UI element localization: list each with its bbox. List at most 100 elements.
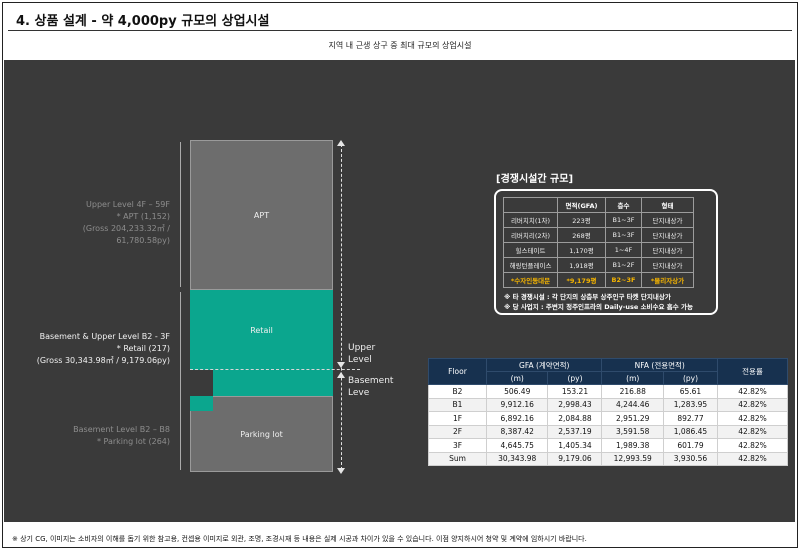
competition-row: 리버치리(2차) 268평 B1~3F 단지내상가: [503, 227, 694, 243]
floor-table-header-row: Floor GFA (계약면적) NFA (전용면적) 전용률: [428, 358, 788, 385]
table-cell: 4,244.46: [601, 397, 664, 412]
title-divider: [8, 30, 792, 31]
competition-note: ※ 타 경쟁시설 : 각 단지의 상층부 상주인구 타켓 단지내상가: [504, 293, 671, 301]
parking-label-line1: Basement Level B2 – B8: [73, 425, 170, 434]
competition-cell: 1,170평: [557, 242, 606, 258]
nfa-header: NFA (전용면적): [601, 358, 718, 372]
competition-cell: 해링턴플레이스: [503, 257, 558, 273]
page-title: 4. 상품 설계 - 약 4,000py 규모의 상업시설: [16, 14, 270, 29]
competition-cell: 1,918평: [557, 257, 606, 273]
table-cell: B1: [428, 397, 487, 412]
competition-row: 해링턴플레이스 1,918평 B1~2F 단지내상가: [503, 257, 694, 273]
table-row: B2 506.49 153.21 216.88 65.61 42.82%: [428, 384, 788, 399]
competition-cell: 단지내상가: [641, 242, 694, 258]
retail-level-label: Basement & Upper Level B2 - 3F * Retail …: [20, 331, 170, 367]
parking-label: Parking lot: [240, 429, 283, 439]
ratio-header: 전용률: [717, 358, 788, 385]
table-row: 2F 8,387.42 2,537.19 3,591.58 1,086.45 42.82%: [428, 424, 788, 439]
competition-cell: 단지내상가: [641, 257, 694, 273]
unit-header: (m): [485, 371, 549, 385]
table-cell: B2: [428, 384, 487, 399]
upper-label-line3: (Gross 204,233.32㎡ / 61,780.58py): [82, 224, 170, 245]
basement-level-side-label: Basement Leve: [348, 376, 394, 398]
table-cell: Sum: [428, 451, 487, 466]
competition-cell: B1~2F: [605, 257, 642, 273]
competition-header-cell: [503, 197, 558, 213]
table-cell: 4,645.75: [485, 438, 549, 453]
competition-highlight-cell: *수자인동대문: [503, 272, 558, 288]
table-cell: 3,591.58: [601, 424, 664, 439]
gfa-header: GFA (계약면적): [485, 358, 603, 372]
table-cell: 2,998.43: [547, 397, 603, 412]
table-cell: 892.77: [662, 411, 719, 426]
competition-row: 리버치치(1차) 223평 B1~3F 단지내상가: [503, 212, 694, 228]
retail-label: Retail: [250, 325, 273, 335]
competition-table: 면적(GFA) 층수 형태 리버치치(1차) 223평 B1~3F 단지내상가 …: [503, 197, 694, 288]
floor-table-body: B2 506.49 153.21 216.88 65.61 42.82% B1 9,912.1…: [428, 384, 788, 466]
retail-stair-notch: [190, 396, 213, 411]
competition-notes: ※ 타 경쟁시설 : 각 단지의 상층부 상주인구 타켓 단지내상가 ※ 당 사…: [504, 292, 693, 312]
table-cell: 506.49: [485, 384, 549, 399]
parking-label-line2: * Parking lot (264): [96, 437, 170, 446]
table-cell: 601.79: [662, 438, 719, 453]
competition-highlight-cell: *몰리자상가: [641, 272, 694, 288]
table-cell: 42.82%: [717, 424, 788, 439]
competition-cell: 힐스테이트: [503, 242, 558, 258]
table-cell: 2,537.19: [547, 424, 603, 439]
floor-header: Floor: [428, 358, 487, 385]
competition-row: 힐스테이트 1,170평 1~4F 단지내상가: [503, 242, 694, 258]
table-cell: 42.82%: [717, 384, 788, 399]
table-cell: 9,179.06: [547, 451, 603, 466]
table-cell: 2F: [428, 424, 487, 439]
page-subtitle: 지역 내 근생 상구 중 최대 규모의 상업시설: [328, 41, 472, 50]
table-row: Sum 30,343.98 9,179.06 12,993.59 3,930.56 42.…: [428, 451, 788, 466]
table-cell: 1,989.38: [601, 438, 664, 453]
table-row: 1F 6,892.16 2,084.88 2,951.29 892.77 42.82%: [428, 411, 788, 426]
competition-cell: 268평: [557, 227, 606, 243]
height-dimension-line: [341, 144, 342, 470]
competition-cell: B1~3F: [605, 227, 642, 243]
retail-label-line2: * Retail (217): [116, 344, 170, 353]
upper-label-line1: Upper Level 4F – 59F: [86, 200, 170, 209]
competition-cell: 리버치리(2차): [503, 227, 558, 243]
competition-cell: 1~4F: [605, 242, 642, 258]
unit-header: (py): [547, 371, 603, 385]
arrow-down-icon: [337, 468, 345, 474]
upper-level-side-label: Upper Level: [348, 343, 376, 365]
competition-header-cell: 형태: [641, 197, 694, 213]
table-cell: 3F: [428, 438, 487, 453]
table-cell: 2,084.88: [547, 411, 603, 426]
table-cell: 6,892.16: [485, 411, 549, 426]
competition-header-cell: 면적(GFA): [557, 197, 606, 213]
competition-highlight-cell: *9,179평: [557, 272, 606, 288]
retail-label-line3: (Gross 30,343.98㎡ / 9,179.06py): [36, 356, 170, 365]
competition-cell: 리버치치(1차): [503, 212, 558, 228]
competition-title: [경쟁시설간 규모]: [496, 174, 574, 185]
table-cell: 30,343.98: [485, 451, 549, 466]
table-cell: 42.82%: [717, 438, 788, 453]
table-cell: 42.82%: [717, 411, 788, 426]
table-cell: 1F: [428, 411, 487, 426]
table-cell: 3,930.56: [662, 451, 719, 466]
table-cell: 42.82%: [717, 451, 788, 466]
upper-brace: [180, 142, 181, 287]
ground-line: [190, 369, 360, 370]
retail-brace: [180, 292, 181, 412]
table-cell: 1,405.34: [547, 438, 603, 453]
competition-cell: B1~3F: [605, 212, 642, 228]
competition-cell: 223평: [557, 212, 606, 228]
table-cell: 8,387.42: [485, 424, 549, 439]
competition-header-cell: 층수: [605, 197, 642, 213]
arrow-up-icon: [337, 372, 345, 378]
competition-note: ※ 당 사업지 : 주변지 정주인프라의 Daily-use 소비수요 흡수 가…: [504, 303, 693, 311]
competition-highlight-cell: B2~3F: [605, 272, 642, 288]
apt-block: APT: [190, 140, 333, 290]
table-cell: 1,086.45: [662, 424, 719, 439]
competition-cell: 단지내상가: [641, 227, 694, 243]
table-cell: 9,912.16: [485, 397, 549, 412]
table-row: B1 9,912.16 2,998.43 4,244.46 1,283.95 42.82%: [428, 397, 788, 412]
competition-cell: 단지내상가: [641, 212, 694, 228]
unit-header: (py): [662, 371, 719, 385]
table-cell: 65.61: [662, 384, 719, 399]
table-cell: 216.88: [601, 384, 664, 399]
